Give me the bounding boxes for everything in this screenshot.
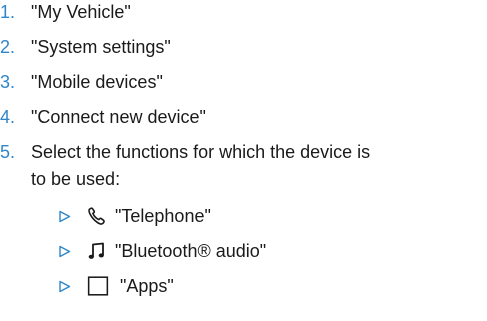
step-text: "Connect new device" (31, 107, 206, 127)
bullet-triangle-icon (59, 210, 71, 223)
bullet-triangle-icon (59, 245, 71, 258)
function-label: "Bluetooth® audio" (115, 241, 267, 261)
step-text-line-1: Select the functions for which the devic… (31, 142, 371, 162)
step-text: "Mobile devices" (31, 72, 163, 92)
step-number: 5. (0, 142, 16, 162)
apps-square-icon (87, 276, 109, 296)
step-number: 3. (0, 72, 16, 92)
telephone-handset-icon (88, 207, 105, 225)
step-text-line-2: to be used: (31, 169, 121, 189)
instruction-list: 1. "My Vehicle" 2. "System settings" 3. … (0, 0, 487, 321)
step-text: "System settings" (31, 37, 171, 57)
step-number: 2. (0, 37, 16, 57)
step-number: 1. (0, 2, 16, 22)
bullet-triangle-icon (59, 280, 71, 293)
step-text: "My Vehicle" (31, 2, 131, 22)
music-note-icon (88, 242, 104, 259)
step-number: 4. (0, 107, 16, 127)
function-label: "Apps" (120, 276, 174, 296)
function-label: "Telephone" (115, 206, 211, 226)
